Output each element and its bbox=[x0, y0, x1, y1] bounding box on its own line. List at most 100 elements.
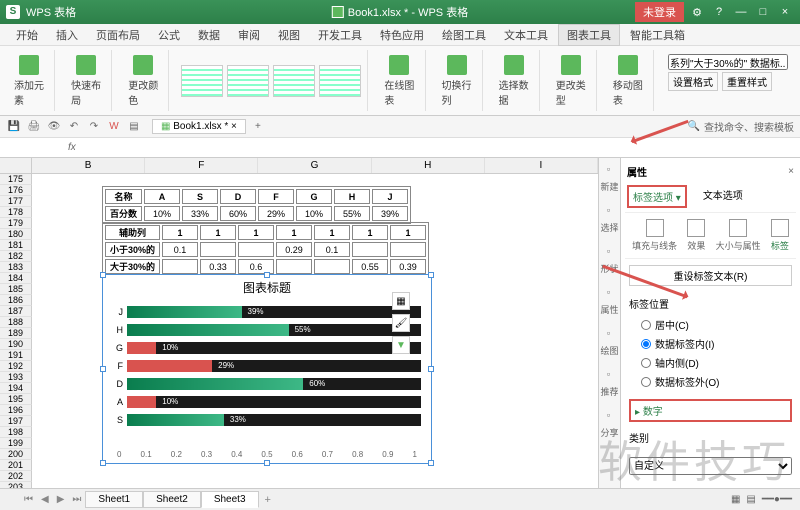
add-element-button[interactable]: 添加元素 bbox=[10, 53, 48, 109]
data-table-2[interactable]: 辅助列1111111小于30%的0.10.290.1大于30%的0.330.60… bbox=[102, 222, 429, 277]
label-pos-3[interactable]: 数据标签外(O) bbox=[629, 372, 792, 391]
workbook-tab[interactable]: ▦ Book1.xlsx * × bbox=[152, 119, 246, 134]
menu-图表工具[interactable]: 图表工具 bbox=[558, 24, 620, 46]
side-推荐[interactable]: ▫推荐 bbox=[600, 369, 618, 398]
menu-审阅[interactable]: 审阅 bbox=[230, 25, 268, 45]
minimize-button[interactable]: — bbox=[732, 6, 750, 18]
label-pos-2[interactable]: 轴内侧(D) bbox=[629, 353, 792, 372]
command-search[interactable]: 🔍 查找命令、搜索模板 bbox=[688, 119, 794, 134]
menu-视图[interactable]: 视图 bbox=[270, 25, 308, 45]
preview-icon[interactable]: 👁 bbox=[46, 119, 62, 135]
menu-文本工具[interactable]: 文本工具 bbox=[496, 25, 556, 45]
print-icon[interactable]: 🖨 bbox=[26, 119, 42, 135]
data-table-1[interactable]: 名称ASDFGHJ百分数10%33%60%29%10%55%39% bbox=[102, 186, 411, 224]
sheet-tab-Sheet2[interactable]: Sheet2 bbox=[143, 491, 201, 508]
chart-x-axis: 00.10.20.30.40.50.60.70.80.91 bbox=[103, 450, 431, 459]
formula-bar: fx bbox=[0, 138, 800, 158]
side-属性[interactable]: ▫属性 bbox=[600, 287, 618, 316]
fx-icon[interactable]: fx bbox=[60, 142, 84, 153]
w-icon[interactable]: W bbox=[106, 119, 122, 135]
menu-绘图工具[interactable]: 绘图工具 bbox=[434, 25, 494, 45]
sheet-nav-prev[interactable]: ◀ bbox=[37, 494, 53, 505]
prop-icon-标签[interactable]: 标签 bbox=[771, 219, 789, 252]
sheet-nav-first[interactable]: ⏮ bbox=[20, 494, 37, 505]
change-type-button[interactable]: 更改类型 bbox=[552, 53, 590, 109]
text-options-tab[interactable]: 文本选项 bbox=[699, 185, 747, 208]
sheet-tab-Sheet3[interactable]: Sheet3 bbox=[201, 491, 259, 508]
sheet-area[interactable]: BFGHI 1751761771781791801811821831841851… bbox=[0, 158, 598, 496]
add-sheet-button[interactable]: + bbox=[259, 494, 277, 506]
sheet-nav-next[interactable]: ▶ bbox=[53, 494, 69, 505]
title-center: Book1.xlsx * - WPS 表格 bbox=[332, 4, 468, 20]
change-color-button[interactable]: 更改颜色 bbox=[124, 53, 162, 109]
move-chart-button[interactable]: 移动图表 bbox=[609, 53, 647, 109]
menu-页面布局[interactable]: 页面布局 bbox=[88, 25, 148, 45]
sheet-tab-Sheet1[interactable]: Sheet1 bbox=[85, 491, 143, 508]
chart-style-gallery[interactable] bbox=[181, 65, 361, 97]
new-tab-button[interactable]: + bbox=[250, 119, 266, 135]
online-chart-button[interactable]: 在线图表 bbox=[380, 53, 418, 109]
save-icon[interactable]: 💾 bbox=[6, 119, 22, 135]
sheet-tabs: ⏮ ◀ ▶ ⏭ Sheet1Sheet2Sheet3 + bbox=[0, 491, 277, 508]
side-新建[interactable]: ▫新建 bbox=[600, 164, 618, 193]
quick-access-toolbar: 💾 🖨 👁 ↶ ↷ W ▤ ▦ Book1.xlsx * × + 🔍 查找命令、… bbox=[0, 116, 800, 138]
chart-styles-button[interactable]: 🖌 bbox=[392, 314, 410, 332]
view-page-icon[interactable]: ▤ bbox=[746, 494, 755, 505]
chart-object[interactable]: 图表标题 J39%H55%G10%F29%D60%A10%S33% 00.10.… bbox=[102, 274, 432, 464]
props-close-button[interactable]: × bbox=[788, 166, 794, 177]
reset-label-button[interactable]: 重设标签文本(R) bbox=[629, 265, 792, 286]
side-icon-bar: ▫新建 ▫选择 ▫形状 ▫属性 ▫绘图 ▫推荐 ▫分享 bbox=[598, 158, 620, 496]
ribbon: 添加元素 快速布局 更改颜色 在线图表 切换行列 选择数据 更改类型 移动图表 … bbox=[0, 46, 800, 116]
category-label: 类别 bbox=[629, 430, 792, 445]
properties-panel: 属性 × 标签选项 ▾ 文本选项 填充与线条效果大小与属性标签 重设标签文本(R… bbox=[620, 158, 800, 496]
menu-智能工具箱[interactable]: 智能工具箱 bbox=[622, 25, 693, 45]
side-绘图[interactable]: ▫绘图 bbox=[600, 328, 618, 357]
undo-icon[interactable]: ↶ bbox=[66, 119, 82, 135]
prop-icon-填充与线条[interactable]: 填充与线条 bbox=[632, 219, 677, 252]
side-分享[interactable]: ▫分享 bbox=[600, 410, 618, 439]
help-icon[interactable]: ? bbox=[710, 6, 728, 18]
label-pos-1[interactable]: 数据标签内(I) bbox=[629, 334, 792, 353]
titlebar: S WPS 表格 Book1.xlsx * - WPS 表格 未登录 ⚙ ? —… bbox=[0, 0, 800, 24]
side-选择[interactable]: ▫选择 bbox=[600, 205, 618, 234]
menu-开始[interactable]: 开始 bbox=[8, 25, 46, 45]
app-logo: S bbox=[6, 5, 20, 19]
menu-特色应用[interactable]: 特色应用 bbox=[372, 25, 432, 45]
doc-icon bbox=[332, 6, 344, 18]
view-normal-icon[interactable]: ▦ bbox=[731, 494, 740, 505]
menu-插入[interactable]: 插入 bbox=[48, 25, 86, 45]
switch-rowcol-button[interactable]: 切换行列 bbox=[438, 53, 476, 109]
menu-公式[interactable]: 公式 bbox=[150, 25, 188, 45]
menu-开发工具[interactable]: 开发工具 bbox=[310, 25, 370, 45]
side-形状[interactable]: ▫形状 bbox=[600, 246, 618, 275]
sheet-nav-last[interactable]: ⏭ bbox=[68, 494, 85, 505]
number-section[interactable]: ▸ 数字 bbox=[629, 399, 792, 422]
row-headers: 1751761771781791801811821831841851861871… bbox=[0, 174, 32, 493]
chart-plot-area[interactable]: J39%H55%G10%F29%D60%A10%S33% bbox=[103, 300, 431, 450]
maximize-button[interactable]: □ bbox=[754, 6, 772, 18]
format-button[interactable]: 设置格式 bbox=[668, 72, 718, 91]
col-headers: BFGHI bbox=[0, 158, 598, 174]
settings-icon[interactable]: ⚙ bbox=[688, 6, 706, 19]
label-position-title: 标签位置 bbox=[629, 296, 792, 311]
format-category-select[interactable]: 自定义 bbox=[629, 457, 792, 475]
close-button[interactable]: × bbox=[776, 6, 794, 18]
reset-style-button[interactable]: 重置样式 bbox=[722, 72, 772, 91]
menu-数据[interactable]: 数据 bbox=[190, 25, 228, 45]
quick-layout-button[interactable]: 快速布局 bbox=[67, 53, 105, 109]
chart-side-tools: ▦ 🖌 ▼ bbox=[392, 292, 412, 354]
menubar: 开始插入页面布局公式数据审阅视图开发工具特色应用绘图工具文本工具图表工具智能工具… bbox=[0, 24, 800, 46]
prop-icon-大小与属性[interactable]: 大小与属性 bbox=[716, 219, 761, 252]
redo-icon[interactable]: ↷ bbox=[86, 119, 102, 135]
login-button[interactable]: 未登录 bbox=[635, 2, 684, 22]
chart-elements-button[interactable]: ▦ bbox=[392, 292, 410, 310]
series-selector[interactable] bbox=[668, 54, 788, 70]
chart-filter-button[interactable]: ▼ bbox=[392, 336, 410, 354]
zoom-slider[interactable]: ━━●━━ bbox=[762, 494, 792, 505]
chart-title[interactable]: 图表标题 bbox=[103, 275, 431, 300]
select-data-button[interactable]: 选择数据 bbox=[495, 53, 533, 109]
label-pos-0[interactable]: 居中(C) bbox=[629, 315, 792, 334]
label-options-tab[interactable]: 标签选项 ▾ bbox=[627, 185, 687, 208]
ruler-icon[interactable]: ▤ bbox=[126, 119, 142, 135]
prop-icon-效果[interactable]: 效果 bbox=[687, 219, 705, 252]
